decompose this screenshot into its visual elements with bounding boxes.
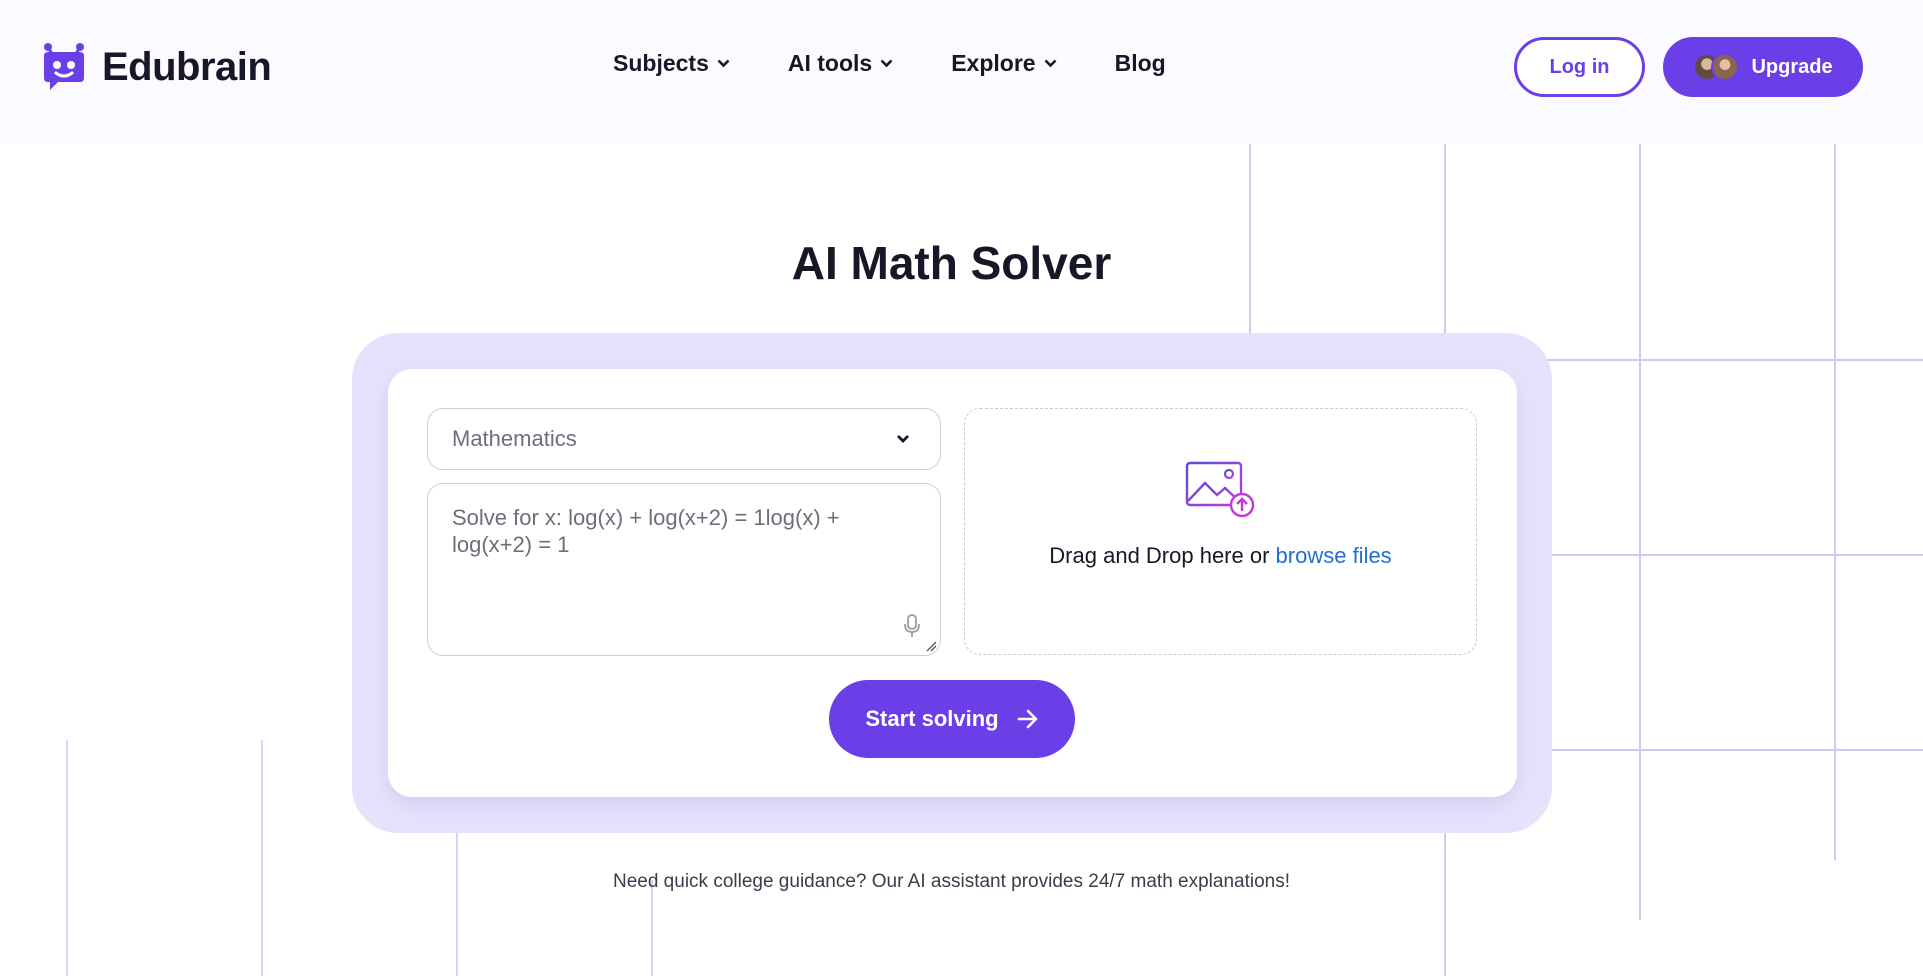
login-button[interactable]: Log in — [1514, 37, 1645, 97]
resize-handle-icon[interactable] — [925, 640, 937, 652]
start-solving-button[interactable]: Start solving — [829, 680, 1075, 758]
nav-item-label: Blog — [1114, 50, 1166, 76]
image-upload-icon — [1185, 461, 1255, 518]
logo-text: Edubrain — [102, 44, 272, 89]
nav-item-ai-tools[interactable]: AI tools — [788, 50, 893, 77]
upgrade-label: Upgrade — [1751, 55, 1833, 78]
page-title: AI Math Solver — [791, 237, 1112, 289]
start-solving-label: Start solving — [865, 706, 999, 731]
main-nav: Subjects AI tools Explore Blog — [613, 50, 1166, 77]
logo[interactable]: Edubrain — [38, 42, 272, 92]
question-input-value: Solve for x: log(x) + log(x+2) = 1log(x)… — [452, 505, 840, 557]
subject-select[interactable]: Mathematics — [427, 408, 941, 470]
avatar — [1711, 53, 1740, 81]
nav-item-blog[interactable]: Blog — [1115, 50, 1166, 77]
footer-note: Need quick college guidance? Our AI assi… — [612, 871, 1291, 892]
question-input[interactable]: Solve for x: log(x) + log(x+2) = 1log(x)… — [427, 483, 941, 656]
chevron-down-icon — [717, 59, 730, 68]
chevron-down-icon — [880, 59, 893, 68]
nav-item-label: Subjects — [613, 50, 709, 76]
chevron-down-icon — [1044, 59, 1057, 68]
browse-files-link[interactable]: browse files — [1276, 543, 1392, 568]
upload-dropzone[interactable]: Drag and Drop here or browse files — [964, 408, 1477, 655]
nav-item-label: AI tools — [787, 50, 873, 76]
avatar-group — [1693, 53, 1740, 81]
subject-select-value: Mathematics — [452, 426, 577, 451]
nav-item-subjects[interactable]: Subjects — [613, 50, 730, 77]
arrow-right-icon — [1017, 709, 1037, 729]
dropzone-text: Drag and Drop here or browse files — [965, 543, 1476, 569]
site-header: Edubrain Subjects AI tools Explore Blog … — [0, 0, 1923, 144]
upgrade-button[interactable]: Upgrade — [1663, 37, 1863, 97]
nav-item-label: Explore — [951, 50, 1036, 76]
robot-chat-icon — [44, 43, 84, 90]
chevron-down-icon — [897, 435, 909, 443]
nav-item-explore[interactable]: Explore — [951, 50, 1057, 77]
microphone-icon[interactable] — [902, 613, 922, 639]
dropzone-prompt: Drag and Drop here or — [1049, 543, 1276, 568]
